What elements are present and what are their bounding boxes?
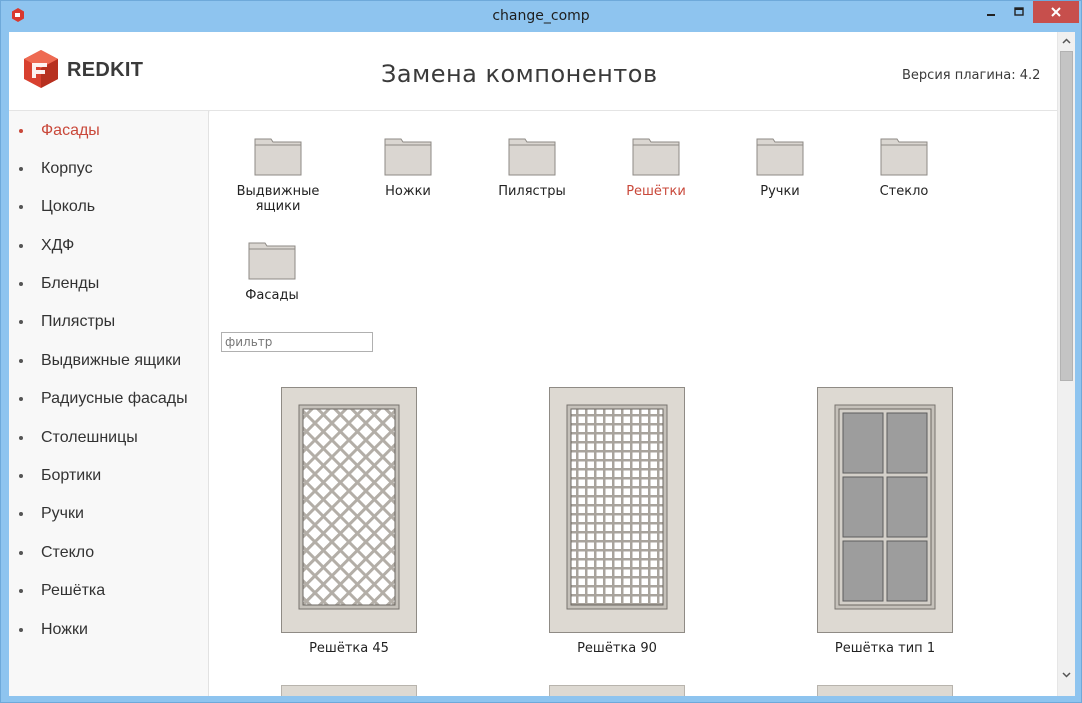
sidebar-item-label: Выдвижные ящики xyxy=(41,352,182,369)
folder-icon xyxy=(880,138,928,176)
scroll-up-button[interactable] xyxy=(1058,32,1075,49)
sidebar-item-body[interactable]: Корпус xyxy=(9,154,209,184)
folder-icon xyxy=(756,138,804,176)
chevron-down-icon xyxy=(1062,671,1071,678)
sidebar-item-label: Цоколь xyxy=(41,198,96,215)
minimize-icon xyxy=(987,14,995,16)
sidebar-item-borders[interactable]: Бортики xyxy=(9,461,209,491)
sidebar-item-label: Ножки xyxy=(41,621,88,638)
next-row-card-thumbnail[interactable] xyxy=(549,685,685,696)
folder-pilasters[interactable]: Пилястры xyxy=(470,136,594,216)
folder-icon xyxy=(254,138,302,176)
sidebar-item-label: Решётка xyxy=(41,582,106,599)
filter-input[interactable] xyxy=(221,332,373,352)
folder-label: Решётки xyxy=(626,184,686,199)
scrollbar-thumb[interactable] xyxy=(1060,51,1073,381)
folder-icon xyxy=(248,242,296,280)
folder-drawers[interactable]: Выдвижные ящики xyxy=(216,136,340,216)
sidebar-item-label: Радиусные фасады xyxy=(41,390,188,407)
folder-glass[interactable]: Стекло xyxy=(842,136,966,216)
folder-legs[interactable]: Ножки xyxy=(346,136,470,216)
folder-handles[interactable]: Ручки xyxy=(718,136,842,216)
component-label: Решётка 45 xyxy=(309,641,389,656)
bullet-icon xyxy=(19,436,23,440)
sidebar-item-radius-facades[interactable]: Радиусные фасады xyxy=(9,384,209,414)
folder-label: Стекло xyxy=(879,184,929,199)
header: REDKIT Замена компонентов Версия плагина… xyxy=(9,32,1057,111)
title-bar[interactable]: change_comp xyxy=(1,1,1081,31)
folder-label: Пилястры xyxy=(498,184,566,199)
sidebar-item-countertops[interactable]: Столешницы xyxy=(9,423,209,453)
sidebar-item-label: Бленды xyxy=(41,275,100,292)
sidebar-item-label: Корпус xyxy=(41,160,93,177)
folder-icon xyxy=(632,138,680,176)
sidebar-item-plinth[interactable]: Цоколь xyxy=(9,192,209,222)
close-icon xyxy=(1051,7,1061,17)
sidebar-item-grille[interactable]: Решётка xyxy=(9,576,209,606)
folder-label: Ручки xyxy=(760,184,800,199)
sidebar-item-blends[interactable]: Бленды xyxy=(9,269,209,299)
chevron-up-icon xyxy=(1062,37,1071,44)
minimize-button[interactable] xyxy=(977,1,1005,23)
sidebar-item-label: Столешницы xyxy=(41,429,138,446)
folder-facades[interactable]: Фасады xyxy=(210,240,334,320)
maximize-button[interactable] xyxy=(1005,1,1033,23)
bullet-icon xyxy=(19,628,23,632)
next-row-card-thumbnail[interactable] xyxy=(817,685,953,696)
sidebar-item-label: ХДФ xyxy=(41,237,75,254)
folder-grilles[interactable]: Решётки xyxy=(594,136,718,216)
sidebar-item-handles[interactable]: Ручки xyxy=(9,499,209,529)
bullet-icon xyxy=(19,205,23,209)
bullet-icon xyxy=(19,359,23,363)
sidebar-item-label: Фасады xyxy=(41,122,100,139)
grille-type-1-thumbnail xyxy=(817,387,953,633)
sidebar-item-drawers[interactable]: Выдвижные ящики xyxy=(9,346,209,376)
scroll-down-button[interactable] xyxy=(1058,666,1075,683)
sidebar-item-glass[interactable]: Стекло xyxy=(9,538,209,568)
bullet-icon xyxy=(19,512,23,516)
maximize-icon xyxy=(1014,7,1024,16)
main-content: Выдвижные ящики Ножки Пилястры Решётки Р… xyxy=(210,111,1057,696)
close-button[interactable] xyxy=(1033,1,1079,23)
grille-45-thumbnail xyxy=(281,387,417,633)
bullet-icon xyxy=(19,282,23,286)
folder-label: Фасады xyxy=(245,288,299,303)
sidebar-item-label: Пилястры xyxy=(41,313,116,330)
folder-icon xyxy=(508,138,556,176)
component-card-grille-45[interactable]: Решётка 45 xyxy=(249,387,449,667)
bullet-icon xyxy=(19,129,23,133)
app-window: change_comp REDKIT Замена компонентов Ве… xyxy=(0,0,1082,703)
sidebar-item-label: Бортики xyxy=(41,467,102,484)
bullet-icon xyxy=(19,551,23,555)
folder-label: Ножки xyxy=(385,184,431,199)
sidebar-item-hdf[interactable]: ХДФ xyxy=(9,231,209,261)
bullet-icon xyxy=(19,320,23,324)
component-label: Решётка тип 1 xyxy=(834,641,936,656)
folder-icon xyxy=(384,138,432,176)
bullet-icon xyxy=(19,589,23,593)
component-card-grille-90[interactable]: Решётка 90 xyxy=(517,387,717,667)
folder-label: Выдвижные ящики xyxy=(236,184,320,214)
page-title: Замена компонентов xyxy=(381,60,658,88)
next-row-card-thumbnail[interactable] xyxy=(281,685,417,696)
grille-90-thumbnail xyxy=(549,387,685,633)
bullet-icon xyxy=(19,167,23,171)
sidebar-item-pilasters[interactable]: Пилястры xyxy=(9,307,209,337)
bullet-icon xyxy=(19,474,23,478)
sidebar-item-facades[interactable]: Фасады xyxy=(9,116,209,146)
sidebar: Фасады Корпус Цоколь ХДФ Бленды Пилястры… xyxy=(9,111,209,696)
brand-name: REDKIT xyxy=(67,59,144,81)
component-card-grille-type-1[interactable]: Решётка тип 1 xyxy=(785,387,985,667)
sidebar-item-legs[interactable]: Ножки xyxy=(9,615,209,645)
sidebar-item-label: Ручки xyxy=(41,505,84,522)
bullet-icon xyxy=(19,244,23,248)
bullet-icon xyxy=(19,397,23,401)
sidebar-item-label: Стекло xyxy=(41,544,95,561)
client-area: REDKIT Замена компонентов Версия плагина… xyxy=(9,32,1075,696)
plugin-version: Версия плагина: 4.2 xyxy=(902,68,1041,83)
vertical-scrollbar[interactable] xyxy=(1057,32,1075,696)
window-title: change_comp xyxy=(492,8,590,24)
redkit-logo-icon xyxy=(24,50,58,88)
component-label: Решётка 90 xyxy=(577,641,657,656)
